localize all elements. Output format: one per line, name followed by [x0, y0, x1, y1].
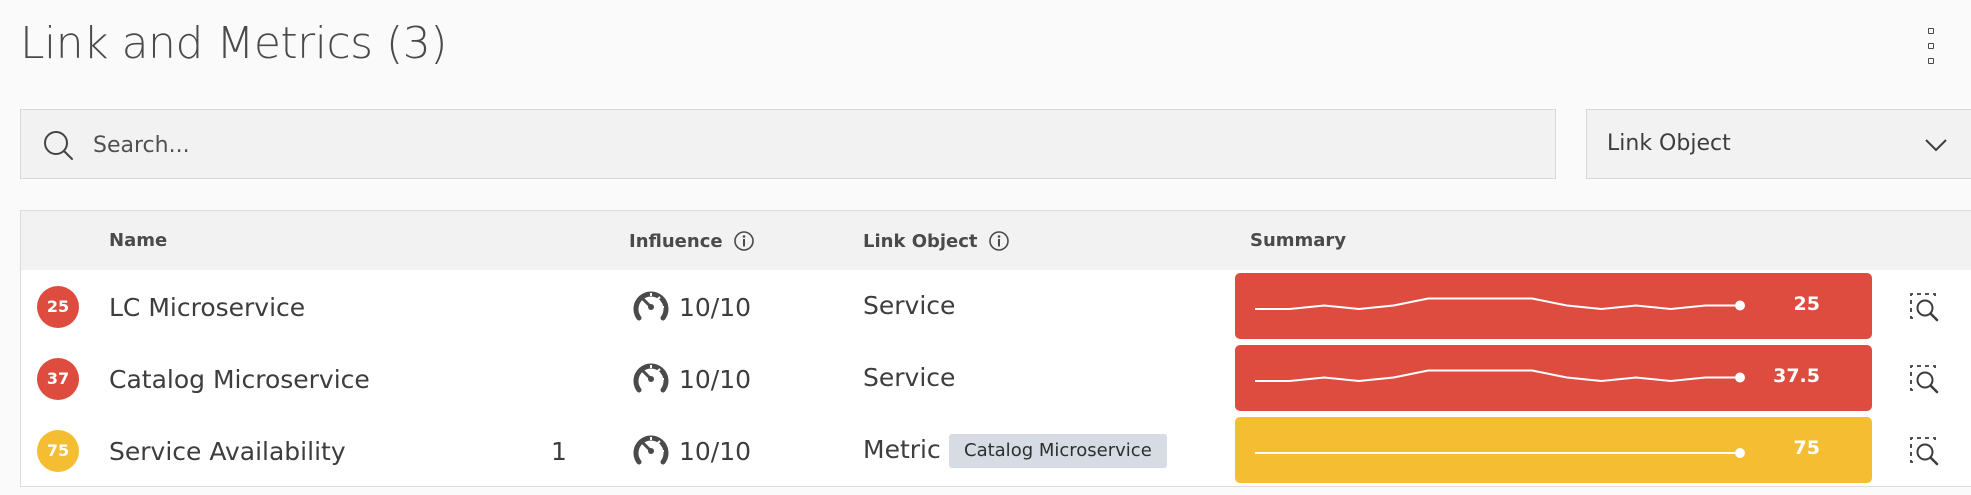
link-object-value: Metric: [863, 435, 941, 464]
row-count: 1: [551, 437, 567, 466]
gauge-icon: [633, 291, 669, 321]
link-tag[interactable]: Catalog Microservice: [949, 434, 1167, 468]
row-name[interactable]: LC Microservice: [109, 293, 305, 322]
summary-value: 25: [1793, 293, 1820, 315]
links-table: Name Influence Link Object Summary 25 LC…: [20, 210, 1971, 487]
details-search-icon[interactable]: [1907, 290, 1941, 324]
column-header-summary[interactable]: Summary: [1250, 230, 1346, 251]
score-badge: 25: [37, 286, 79, 328]
table-header: Name Influence Link Object Summary: [21, 211, 1971, 270]
sparkline-endpoint: [1735, 372, 1745, 383]
summary-value: 37.5: [1773, 365, 1820, 387]
link-object-value: Service: [863, 291, 956, 320]
table-row[interactable]: 25 LC Microservice 10/10 Service 25: [21, 271, 1971, 343]
influence-value: 10/10: [679, 293, 752, 322]
row-name[interactable]: Catalog Microservice: [109, 365, 370, 394]
summary-sparkline[interactable]: 75: [1235, 417, 1872, 483]
score-badge: 37: [37, 358, 79, 400]
select-value: Link Object: [1607, 131, 1731, 156]
link-object-select[interactable]: Link Object: [1586, 109, 1971, 179]
row-name[interactable]: Service Availability: [109, 437, 346, 466]
sparkline-line: [1255, 369, 1740, 383]
column-header-influence[interactable]: Influence: [629, 230, 755, 252]
influence-value: 10/10: [679, 437, 752, 466]
summary-sparkline[interactable]: 25: [1235, 273, 1872, 339]
sparkline-endpoint: [1735, 300, 1745, 311]
search-icon: [44, 131, 73, 160]
column-header-link-object[interactable]: Link Object: [863, 230, 1010, 252]
chevron-down-icon: [1925, 139, 1947, 152]
score-badge: 75: [37, 430, 79, 472]
summary-sparkline[interactable]: 37.5: [1235, 345, 1872, 411]
info-icon[interactable]: [733, 230, 755, 252]
gauge-icon: [633, 435, 669, 465]
kebab-menu-icon[interactable]: [1924, 28, 1938, 64]
influence-value: 10/10: [679, 365, 752, 394]
table-row[interactable]: 37 Catalog Microservice 10/10 Service 37…: [21, 343, 1971, 415]
details-search-icon[interactable]: [1907, 434, 1941, 468]
table-row[interactable]: 75 Service Availability 1 10/10 Metric C…: [21, 415, 1971, 487]
search-input[interactable]: [91, 110, 1535, 180]
gauge-icon: [633, 363, 669, 393]
sparkline-endpoint: [1735, 448, 1745, 458]
info-icon[interactable]: [988, 230, 1010, 252]
search-bar[interactable]: [20, 109, 1556, 180]
sparkline-chart: [1255, 448, 1745, 458]
details-search-icon[interactable]: [1907, 362, 1941, 396]
page-title: Link and Metrics (3): [20, 18, 447, 69]
column-header-name[interactable]: Name: [109, 230, 167, 251]
sparkline-chart: [1255, 297, 1745, 311]
sparkline-line: [1255, 297, 1740, 311]
summary-value: 75: [1793, 437, 1820, 459]
link-object-value: Service: [863, 363, 956, 392]
